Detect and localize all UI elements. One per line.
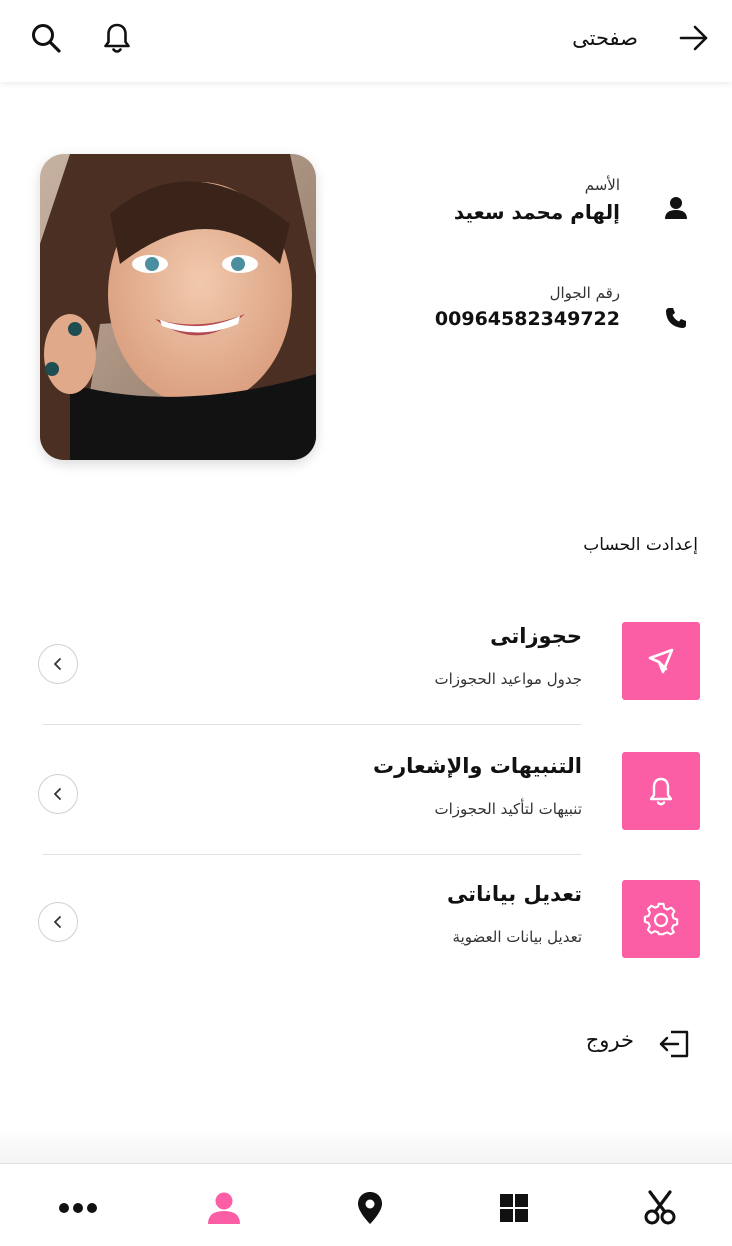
menu-item-title: تعديل بياناتى: [446, 882, 582, 906]
account-settings-title: إعدادت الحساب: [583, 535, 698, 555]
search-icon[interactable]: [28, 20, 64, 56]
phone-icon: [660, 302, 692, 334]
scissors-icon[interactable]: [638, 1186, 682, 1230]
cursor-icon: [622, 622, 700, 700]
menu-item-notifications[interactable]: التنبيهات والإشعارت تنبيهات لتأكيد الحجو…: [0, 736, 732, 846]
logout-icon: [656, 1026, 692, 1062]
person-icon: [660, 192, 692, 224]
bell-icon[interactable]: [99, 20, 135, 56]
name-label: الأسم: [584, 176, 620, 194]
phone-label: رقم الجوال: [549, 284, 620, 302]
menu-item-subtitle: تنبيهات لتأكيد الحجوزات: [434, 800, 583, 818]
menu-item-bookings[interactable]: حجوزاتى جدول مواعيد الحجوزات: [0, 606, 732, 716]
profile-icon[interactable]: [202, 1186, 246, 1230]
logout-label: خروج: [585, 1028, 634, 1052]
menu-item-edit-profile[interactable]: تعديل بياناتى تعديل بيانات العضوية: [0, 864, 732, 974]
menu-item-title: التنبيهات والإشعارت: [372, 754, 582, 778]
logout-button[interactable]: خروج: [532, 1024, 692, 1064]
bottom-nav: [0, 1163, 732, 1246]
phone-value: 00964582349722: [434, 308, 620, 330]
phone-row: رقم الجوال 00964582349722: [392, 284, 692, 354]
name-row: الأسم إلهام محمد سعيد: [392, 176, 692, 246]
name-value: إلهام محمد سعيد: [453, 200, 620, 224]
chevron-left-icon[interactable]: [38, 902, 78, 942]
divider: [42, 854, 582, 855]
bell-icon: [622, 752, 700, 830]
page-title: صفحتى: [572, 26, 638, 50]
grid-icon[interactable]: [492, 1186, 536, 1230]
chevron-left-icon[interactable]: [38, 644, 78, 684]
divider: [42, 724, 582, 725]
arrow-right-icon[interactable]: [676, 20, 712, 56]
location-pin-icon[interactable]: [348, 1186, 392, 1230]
more-dots-icon[interactable]: [56, 1186, 100, 1230]
menu-item-title: حجوزاتى: [490, 624, 582, 648]
chevron-left-icon[interactable]: [38, 774, 78, 814]
bottom-fade: [0, 1128, 732, 1164]
menu-item-subtitle: تعديل بيانات العضوية: [452, 928, 582, 946]
menu-item-subtitle: جدول مواعيد الحجوزات: [434, 670, 582, 688]
app-header: صفحتى: [0, 0, 732, 82]
profile-photo: [40, 154, 316, 460]
gear-icon: [622, 880, 700, 958]
